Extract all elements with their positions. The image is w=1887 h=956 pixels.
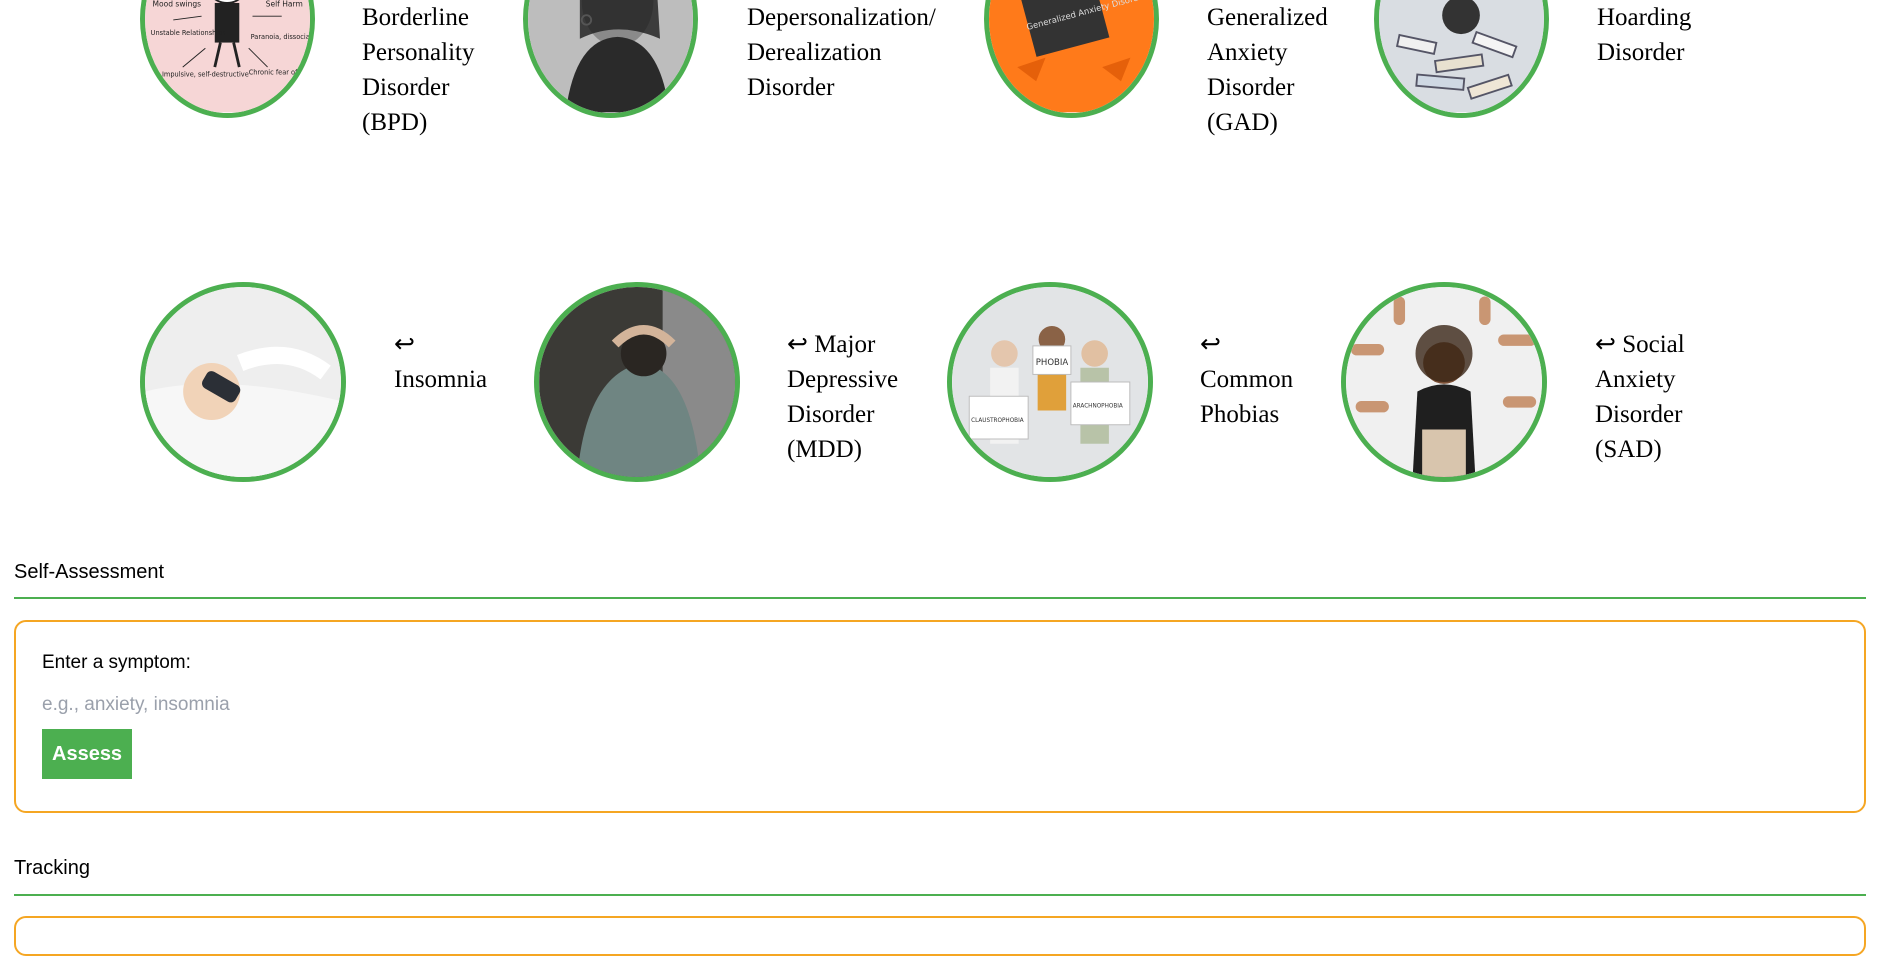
self-assessment-panel: Enter a symptom: Assess (14, 620, 1866, 813)
symptom-input[interactable] (42, 692, 442, 718)
tracking-panel (14, 916, 1866, 956)
assess-button[interactable]: Assess (42, 729, 133, 779)
phobias-image: PHOBIA CLAUSTROPHOBIA ARACHNOPHOBIA (947, 282, 1153, 482)
self-assessment-divider (14, 597, 1866, 599)
bpd-image: Mood swings Self Harm Unstable Relations… (140, 0, 315, 118)
phobia-sign-arachno: ARACHNOPHOBIA (1073, 404, 1123, 410)
tracking-title: Tracking (14, 857, 90, 879)
self-assessment-title: Self-Assessment (14, 561, 165, 583)
depersonalization-image (523, 0, 698, 118)
insomnia-image (140, 282, 346, 482)
bpd-text-paranoia: Paranoia, dissociation (251, 33, 310, 41)
condition-label-depersonalization: Depersonalization/ Derealization Disorde… (747, 4, 936, 101)
condition-label-phobias: ↩ Common Phobias (1200, 331, 1294, 428)
condition-label-bpd: Borderline Personality Disorder (BPD) (362, 4, 475, 136)
sad-image (1341, 282, 1547, 482)
tracking-divider (14, 894, 1866, 896)
condition-label-hoarding: Hoarding Disorder (1597, 4, 1692, 66)
condition-label-sad: ↩ Social Anxiety Disorder (SAD) (1595, 331, 1685, 463)
hoarding-image (1374, 0, 1549, 118)
mdd-image (534, 282, 740, 482)
bpd-text-mood: Mood swings (153, 0, 202, 9)
bpd-text-emptiness: Chronic fear of empti (249, 69, 310, 77)
condition-label-gad: Generalized Anxiety Disorder (GAD) (1207, 4, 1328, 136)
symptom-field-label: Enter a symptom: (42, 652, 191, 673)
gad-image: Generalized Anxiety Disorder (984, 0, 1159, 118)
condition-label-insomnia: ↩ Insomnia (394, 331, 488, 393)
bpd-text-impulsive: Impulsive, self-destructive (162, 71, 249, 79)
condition-label-mdd: ↩ Major Depressive Disorder (MDD) (787, 331, 899, 463)
phobia-sign-main: PHOBIA (1036, 358, 1069, 368)
bpd-text-selfharm: Self Harm (266, 0, 303, 9)
bpd-text-relationships: Unstable Relationships (151, 29, 227, 37)
phobia-sign-claustro: CLAUSTROPHOBIA (971, 418, 1024, 424)
